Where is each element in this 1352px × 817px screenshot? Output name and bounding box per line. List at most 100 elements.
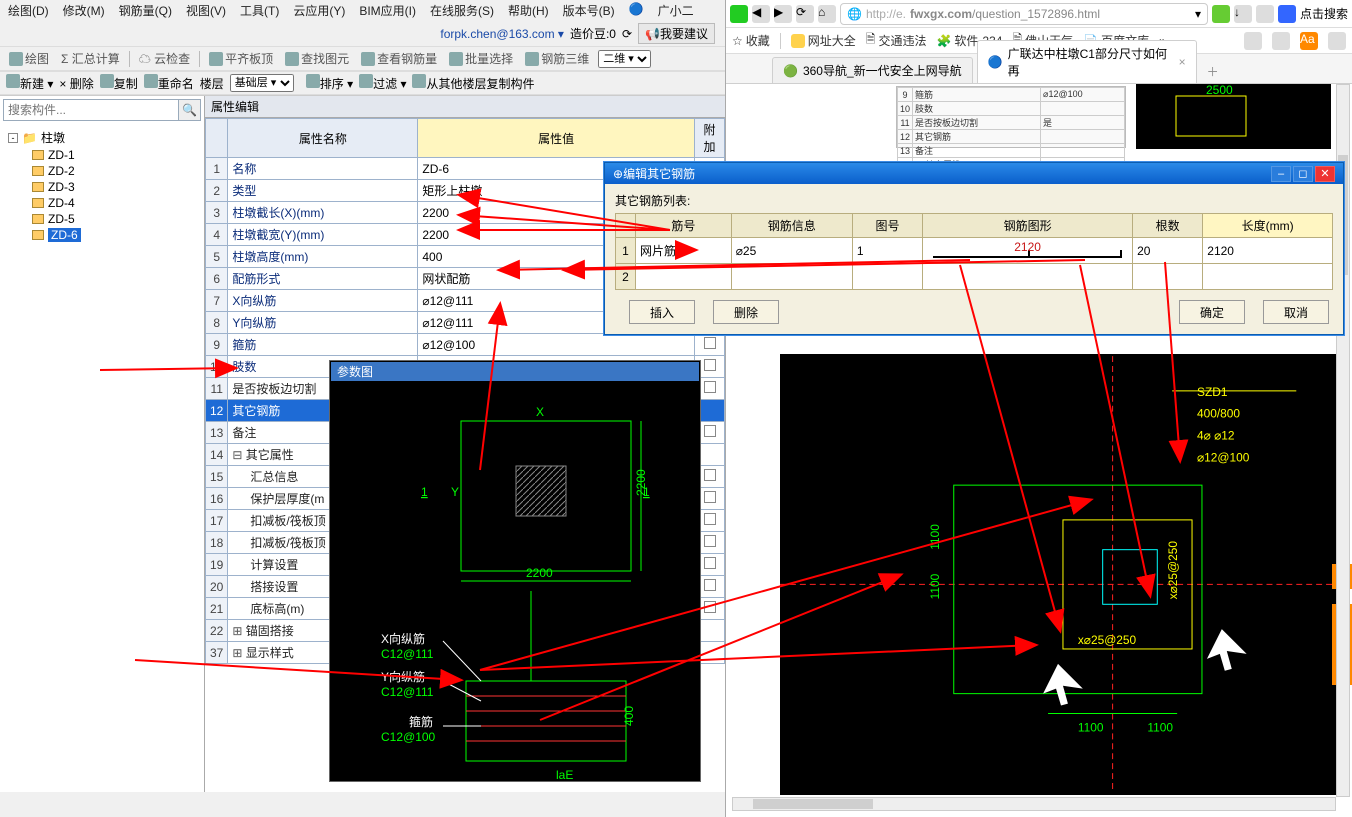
tb-cloudcheck[interactable]: ☁ 云检查 [136,49,193,68]
grid-pic[interactable]: 1 [852,238,922,264]
nav-back-icon[interactable]: ◀ [752,5,770,23]
menu-bim[interactable]: BIM应用(I) [359,2,416,19]
tb-find[interactable]: 查找图元 [282,49,352,68]
gcol-len[interactable]: 长度(mm) [1203,214,1333,238]
tb-viewrebar[interactable]: 查看钢筋量 [358,49,440,68]
checkbox-icon[interactable] [704,601,716,613]
tb-rebar3d[interactable]: 钢筋三维 [522,49,592,68]
cancel-button[interactable]: 取消 [1263,300,1329,324]
dialog-max-icon[interactable]: ◻ [1293,166,1313,182]
view-2d-select[interactable]: 二维 ▾ [598,50,651,68]
search-input[interactable] [4,100,178,120]
floor-select[interactable]: 基础层 ▾ [230,74,294,92]
grid-count[interactable]: 20 [1133,238,1203,264]
bm-a3-icon[interactable] [1328,32,1346,50]
tab-2[interactable]: 🔵广联达中柱墩C1部分尺寸如何再× [977,40,1197,83]
dialog-close-icon[interactable]: ✕ [1315,166,1335,182]
gcol-pic[interactable]: 图号 [852,214,922,238]
menu-assistant-icon[interactable]: 🔵 [629,2,644,19]
bm-grid-icon[interactable] [1244,32,1262,50]
grid-pic[interactable] [852,264,922,290]
tree-item-ZD-5[interactable]: ZD-5 [30,211,198,227]
tree-item-ZD-6[interactable]: ZD-6 [30,227,198,243]
tb-new[interactable]: 新建 ▾ [6,74,53,92]
prop-value[interactable]: ⌀12@100 [418,334,695,356]
tab-1[interactable]: 🟢360导航_新一代安全上网导航 [772,57,973,83]
dialog-titlebar[interactable]: ⊕ 编辑其它钢筋 – ◻ ✕ [605,163,1343,184]
ext1-icon[interactable] [1212,5,1230,23]
collapse-icon[interactable]: - [8,133,18,143]
grid-info[interactable] [731,264,852,290]
menu-version[interactable]: 版本号(B) [563,2,615,19]
tree-item-ZD-2[interactable]: ZD-2 [30,163,198,179]
tab-add[interactable]: ＋ [1201,60,1225,83]
grid-shape[interactable]: 2120 [923,238,1133,264]
grid-len[interactable] [1203,264,1333,290]
tree-item-ZD-4[interactable]: ZD-4 [30,195,198,211]
grid-shape[interactable] [923,264,1133,290]
grid-len[interactable]: 2120 [1203,238,1333,264]
tab-close-icon[interactable]: × [1179,55,1186,69]
tb-copy[interactable]: 复制 [100,74,138,92]
tree-root[interactable]: - 📁 柱墩 [6,128,198,147]
menu-assistant[interactable]: 广小二 [658,2,694,19]
tb-copyfrom[interactable]: 从其他楼层复制构件 [412,74,534,92]
grid-count[interactable] [1133,264,1203,290]
grid-no[interactable] [636,264,732,290]
menu-draw[interactable]: 绘图(D) [8,2,49,19]
page-hscroll[interactable] [732,797,1336,811]
checkbox-icon[interactable] [704,337,716,349]
bm-a2-icon[interactable]: Aa [1300,32,1318,50]
menu-online[interactable]: 在线服务(S) [430,2,494,19]
tb-draw[interactable]: 绘图 [6,49,52,68]
url-dropdown-icon[interactable]: ▾ [1195,7,1201,21]
checkbox-icon[interactable] [704,359,716,371]
menu-view[interactable]: 视图(V) [186,2,226,19]
prop-row[interactable]: 9箍筋⌀12@100 [206,334,725,356]
grid-info[interactable]: ⌀25 [731,238,852,264]
search-button[interactable]: 🔍 [178,100,200,120]
nav-reload-icon[interactable]: ⟳ [796,5,814,23]
checkbox-icon[interactable] [704,491,716,503]
refresh-icon[interactable]: ⟳ [622,27,632,41]
bm-fav[interactable]: ☆收藏 [732,32,770,49]
checkbox-icon[interactable] [704,557,716,569]
tb-rename[interactable]: 重命名 [144,74,194,92]
checkbox-icon[interactable] [704,513,716,525]
user-email[interactable]: forpk.chen@163.com ▾ [440,27,564,41]
grid-no[interactable]: 网片筋 [636,238,732,264]
suggest-button[interactable]: 📢我要建议 [638,23,715,44]
tb-batch[interactable]: 批量选择 [446,49,516,68]
checkbox-icon[interactable] [704,579,716,591]
hscroll-thumb[interactable] [753,799,873,809]
bm-sites[interactable]: 网址大全 [791,32,856,49]
ext2-icon[interactable]: ↓ [1234,5,1252,23]
tb-flat[interactable]: 平齐板顶 [206,49,276,68]
checkbox-icon[interactable] [704,469,716,481]
tree-item-ZD-1[interactable]: ZD-1 [30,147,198,163]
address-bar[interactable]: 🌐 http://e.fwxgx.com/question_1572896.ht… [840,3,1208,25]
ok-button[interactable]: 确定 [1179,300,1245,324]
checkbox-icon[interactable] [704,535,716,547]
bm-a1-icon[interactable] [1272,32,1290,50]
ext3-icon[interactable] [1256,5,1274,23]
menu-tool[interactable]: 工具(T) [240,2,279,19]
prop-extra[interactable] [695,334,725,356]
delete-button[interactable]: 删除 [713,300,779,324]
grid-row[interactable]: 2 [616,264,1333,290]
tree-item-ZD-3[interactable]: ZD-3 [30,179,198,195]
insert-button[interactable]: 插入 [629,300,695,324]
gcol-no[interactable]: 筋号 [636,214,732,238]
dialog-min-icon[interactable]: – [1271,166,1291,182]
menu-help[interactable]: 帮助(H) [508,2,549,19]
menu-cloud[interactable]: 云应用(Y) [293,2,345,19]
grid-row[interactable]: 1网片筋⌀2512120202120 [616,238,1333,264]
checkbox-icon[interactable] [704,425,716,437]
menu-rebar[interactable]: 钢筋量(Q) [119,2,172,19]
search-button[interactable]: 点击搜索 [1300,5,1348,22]
tb-filter[interactable]: 过滤 ▾ [359,74,406,92]
browser-logo-icon[interactable] [730,5,748,23]
gcol-shape[interactable]: 钢筋图形 [923,214,1133,238]
tb-delete[interactable]: × 删除 [59,75,93,92]
ext4-icon[interactable] [1278,5,1296,23]
